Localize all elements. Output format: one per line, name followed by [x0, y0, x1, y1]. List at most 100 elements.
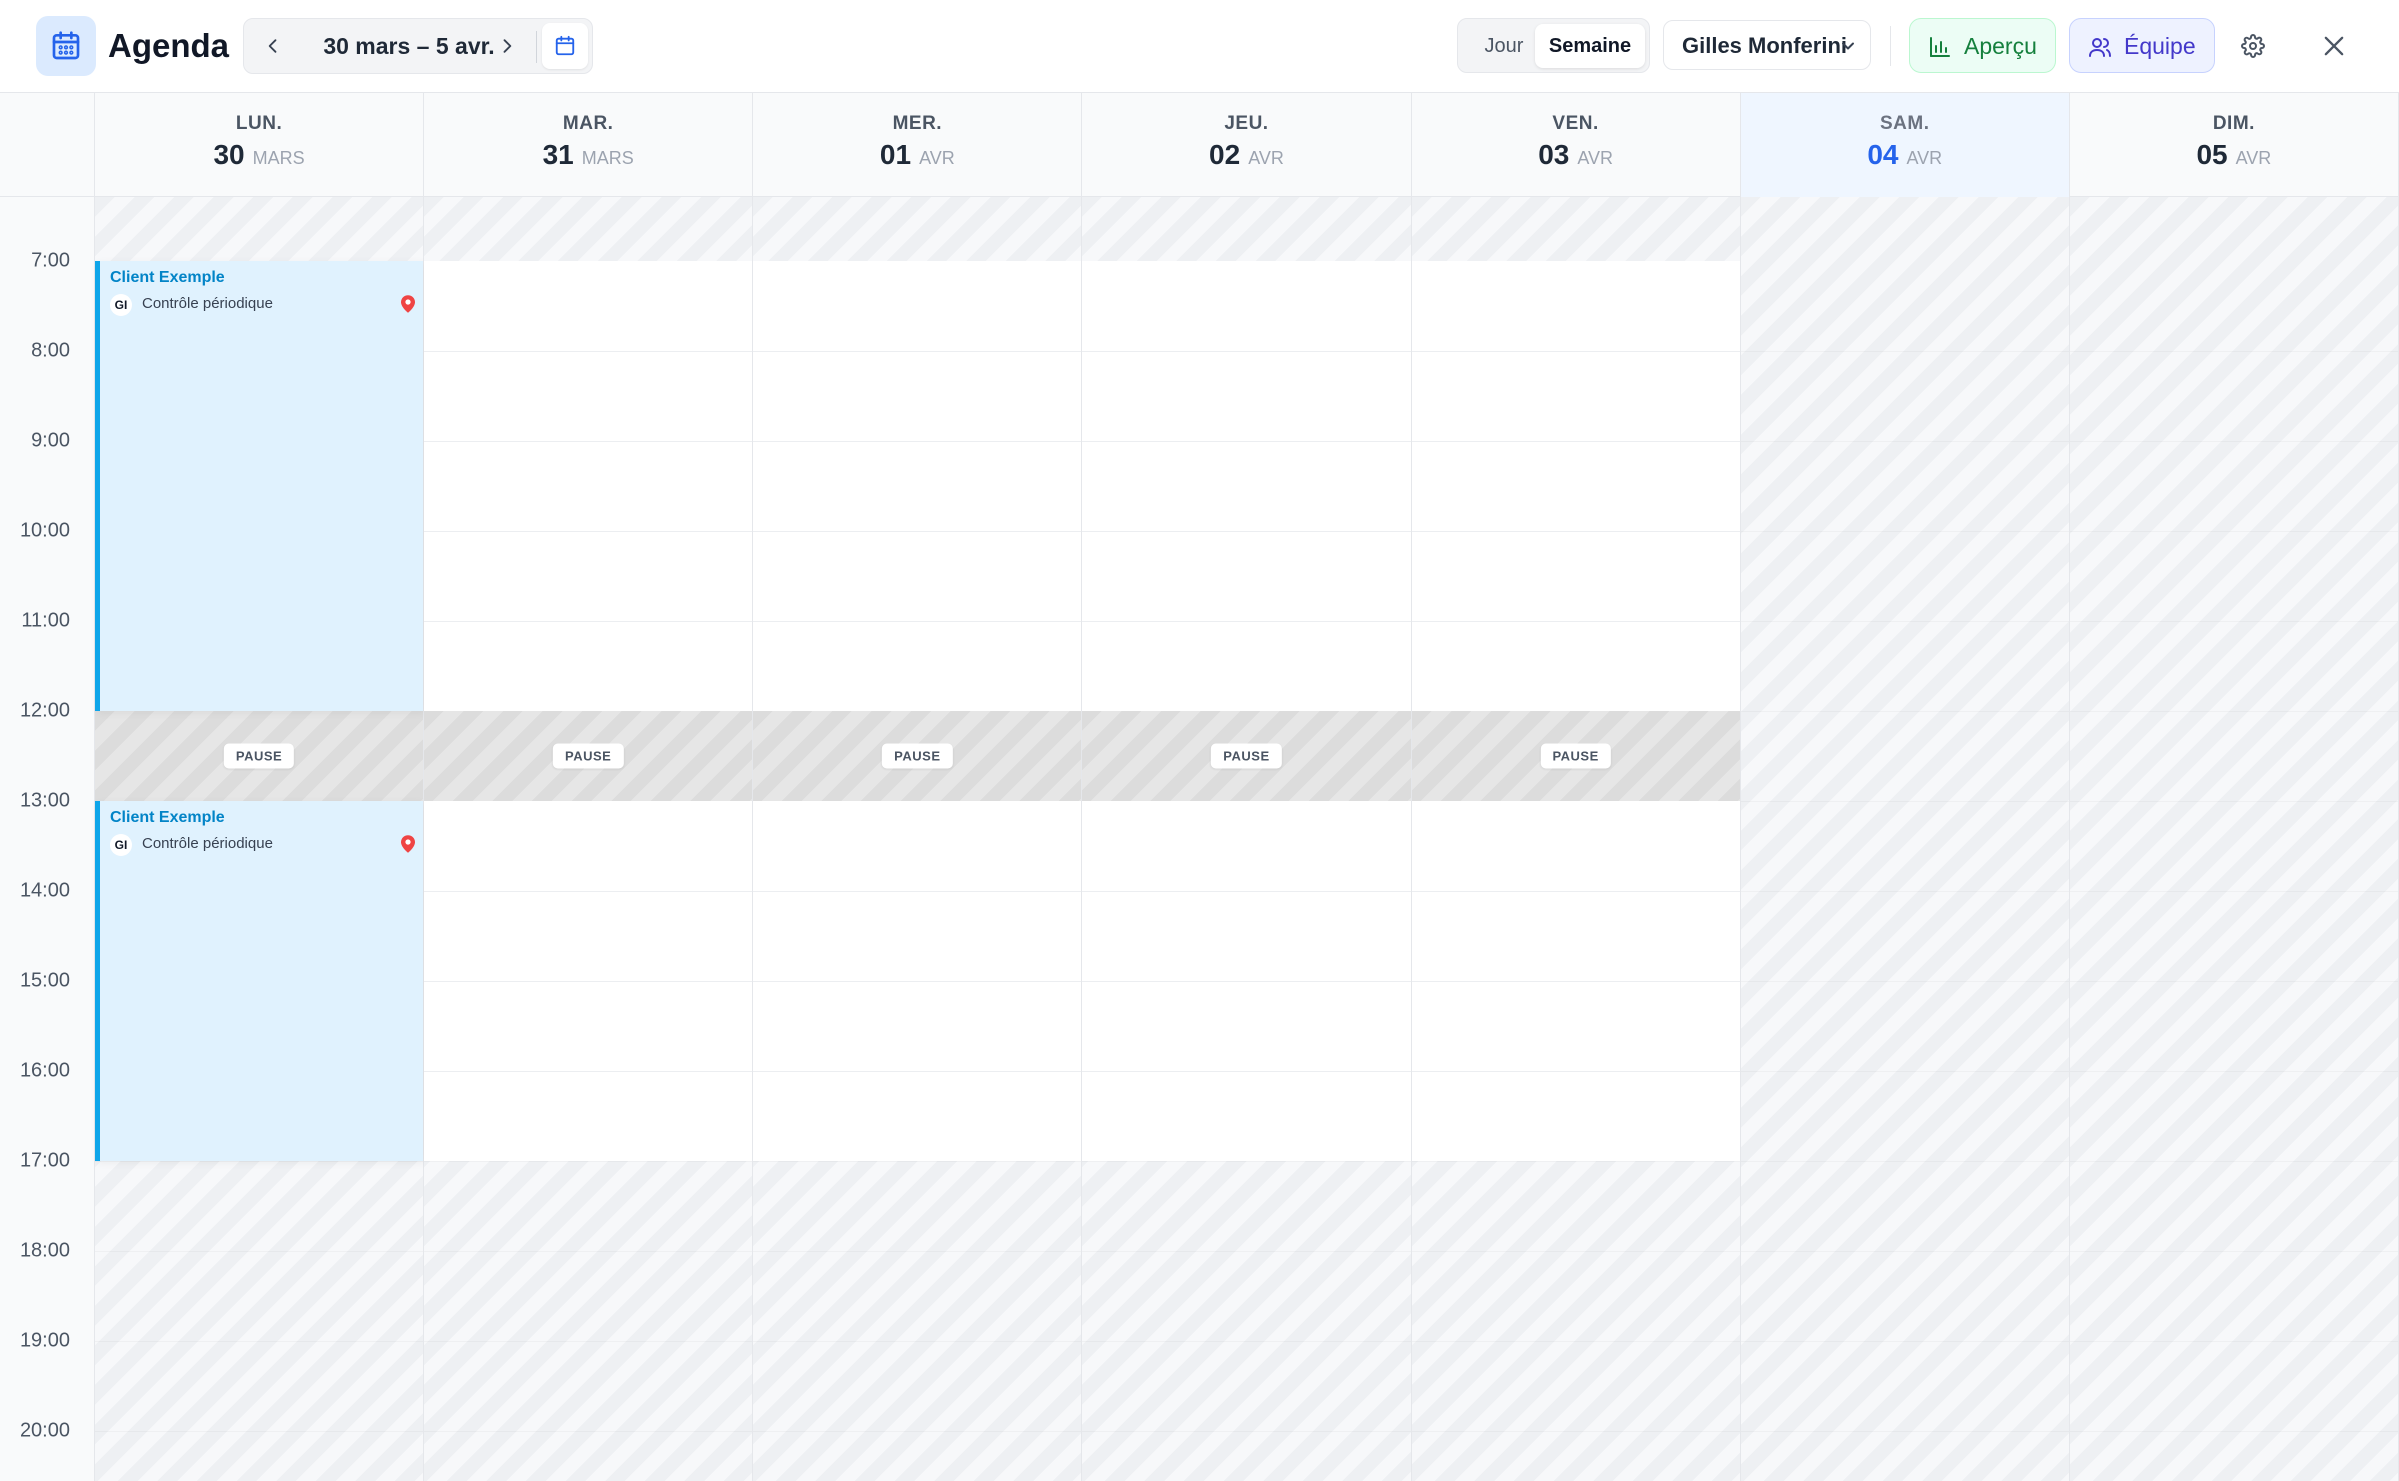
- time-label: 9:00: [31, 429, 70, 452]
- hour-line: [424, 1251, 752, 1252]
- hour-line: [1412, 1251, 1740, 1252]
- equipe-button[interactable]: Équipe: [2069, 18, 2215, 73]
- working-hours-block[interactable]: [1411, 261, 1740, 711]
- view-toggle: Jour Semaine: [1457, 18, 1650, 73]
- hour-line: [1082, 531, 1411, 532]
- day-number: 02: [1209, 139, 1241, 170]
- hour-line: [1741, 801, 2069, 802]
- hour-line: [1411, 531, 1740, 532]
- event-card[interactable]: Client Exemple GI Contrôle périodique: [95, 801, 424, 1161]
- day-column[interactable]: PAUSE Client Exemple GI Contrôle périodique…: [95, 197, 425, 1481]
- bar-chart-icon: [1930, 37, 1950, 57]
- hour-line: [2070, 1161, 2398, 1162]
- hour-line: [1082, 1431, 1410, 1432]
- hour-line: [1412, 1431, 1740, 1432]
- day-header[interactable]: LUN. 30 MARS: [95, 93, 425, 197]
- time-label: 17:00: [19, 1149, 70, 1172]
- hour-line: [753, 441, 1082, 442]
- date-picker-button[interactable]: [542, 23, 588, 69]
- prev-week-button[interactable]: [250, 23, 296, 69]
- gear-icon: [2241, 34, 2265, 58]
- day-header[interactable]: VEN. 03 AVR: [1412, 93, 1741, 197]
- day-column[interactable]: [1740, 197, 2070, 1481]
- day-header[interactable]: JEU. 02 AVR: [1082, 93, 1412, 197]
- header-divider: [1890, 26, 1891, 66]
- day-header[interactable]: MAR. 31 MARS: [424, 93, 754, 197]
- day-column[interactable]: PAUSE: [1082, 197, 1412, 1481]
- hour-line: [2070, 981, 2398, 982]
- user-select[interactable]: Gilles Monferini: [1663, 20, 1871, 70]
- day-number: 03: [1538, 139, 1570, 170]
- hour-line: [95, 1431, 423, 1432]
- event-title: Client Exemple: [110, 269, 225, 286]
- pause-badge: PAUSE: [553, 743, 624, 769]
- week-grid: 7:00 8:00 9:00 10:00 11:00 12:00 13:00 14:00 15:…: [0, 197, 2399, 1481]
- working-hours-block[interactable]: [1082, 261, 1411, 711]
- day-number: 01: [879, 139, 912, 170]
- hour-line: [95, 1251, 423, 1252]
- location-pin-icon[interactable]: [401, 295, 416, 318]
- day-of-week: SAM.: [1880, 113, 1930, 134]
- hour-line: [424, 351, 753, 352]
- apercu-button[interactable]: Aperçu: [1909, 18, 2056, 73]
- hour-line: [1082, 1071, 1411, 1072]
- view-week-button[interactable]: Semaine: [1535, 24, 1645, 68]
- close-icon: [2324, 36, 2344, 56]
- chevron-down-icon: [1842, 42, 1854, 50]
- location-pin-icon[interactable]: [401, 835, 416, 858]
- date-line: 05 AVR: [2070, 139, 2398, 171]
- hour-line: [95, 1161, 423, 1162]
- hour-line: [424, 981, 753, 982]
- day-month: AVR: [1577, 148, 1614, 168]
- hour-line: [753, 981, 1082, 982]
- hour-line: [753, 1251, 1081, 1252]
- day-column[interactable]: PAUSE: [424, 197, 754, 1481]
- pause-badge: PAUSE: [1540, 743, 1611, 769]
- hour-line: [1741, 621, 2069, 622]
- calendar-icon: [36, 16, 96, 76]
- day-header[interactable]: SAM. 04 AVR: [1740, 93, 2070, 197]
- hour-line: [1082, 621, 1411, 622]
- time-label: 10:00: [19, 519, 70, 542]
- day-column[interactable]: PAUSE: [1411, 197, 1741, 1481]
- hour-line: [2070, 441, 2398, 442]
- day-header[interactable]: DIM. 05 AVR: [2070, 93, 2399, 197]
- pause-block: PAUSE: [424, 711, 753, 801]
- event-title: Client Exemple: [110, 809, 225, 826]
- hour-line: [1082, 1161, 1410, 1162]
- view-day-button[interactable]: Jour: [1464, 24, 1544, 68]
- day-of-week: DIM.: [2212, 113, 2255, 134]
- calendar-icon: [555, 35, 575, 56]
- day-month: MARS: [581, 148, 634, 168]
- hour-line: [1741, 441, 2069, 442]
- hour-line: [2070, 621, 2398, 622]
- hour-line: [1082, 351, 1411, 352]
- day-header[interactable]: MER. 01 AVR: [753, 93, 1083, 197]
- week-navigator: 30 mars – 5 avr.: [243, 18, 593, 74]
- nav-divider: [536, 31, 537, 63]
- top-bar: Agenda 30 mars – 5 avr. Jour Semaine Gil…: [0, 0, 2399, 93]
- close-button[interactable]: [2316, 26, 2352, 66]
- settings-button[interactable]: [2235, 26, 2271, 66]
- hour-line: [1082, 891, 1411, 892]
- day-month: AVR: [1906, 148, 1943, 168]
- day-column[interactable]: [2069, 197, 2399, 1481]
- hour-line: [1082, 441, 1411, 442]
- hour-line: [1412, 1161, 1740, 1162]
- chevron-left-icon: [268, 39, 277, 53]
- date-line: 02 AVR: [1082, 139, 1410, 171]
- day-column[interactable]: PAUSE: [753, 197, 1083, 1481]
- day-header-row: LUN. 30 MARS MAR. 31 MARS MER. 01 AVR JEU. 02 AVR VE…: [0, 93, 2399, 197]
- working-hours-block[interactable]: [424, 261, 753, 711]
- user-select-value: Gilles Monferini: [1682, 33, 1848, 58]
- pause-block: PAUSE: [1411, 711, 1740, 801]
- hour-line: [1741, 981, 2069, 982]
- date-line: 01 AVR: [753, 139, 1081, 171]
- pause-block: PAUSE: [1082, 711, 1411, 801]
- next-week-button[interactable]: [484, 23, 530, 69]
- event-card[interactable]: Client Exemple GI Contrôle périodique: [95, 261, 424, 711]
- hour-line: [424, 441, 753, 442]
- hour-line: [424, 531, 753, 532]
- working-hours-block[interactable]: [753, 261, 1082, 711]
- hour-line: [2070, 351, 2398, 352]
